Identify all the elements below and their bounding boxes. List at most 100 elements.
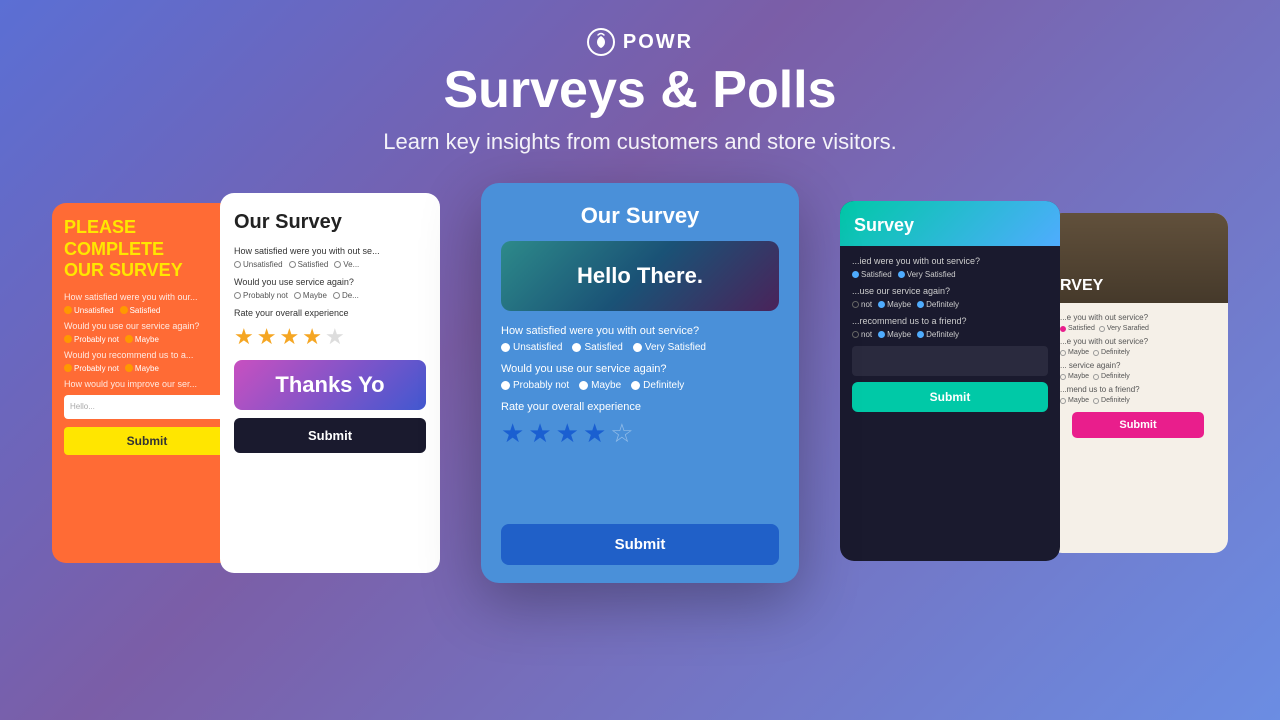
center-star-5: ☆ [610,418,633,449]
white-star-5: ★ [325,324,345,350]
dark-card-title: Survey [854,215,914,235]
cream-q1-opt1: Satisfied [1060,325,1095,332]
cards-row: PLEASE COMPLETEOUR SURVEY How satisfied … [0,183,1280,603]
orange-q1-opt2: Satisfied [120,306,161,315]
dark-q3-opts: not Maybe Definitely [840,330,1060,339]
dark-q3-label: ...recommend us to a friend? [840,316,1060,326]
orange-submit-btn[interactable]: Submit [64,427,230,455]
cream-q1-label: ...e you with out service? [1060,313,1216,322]
dark-q3-opt1: not [852,330,872,339]
dark-text-input[interactable] [852,346,1048,376]
center-q1-opt3: Very Satisfied [633,342,706,353]
center-star-2: ★ [528,418,551,449]
center-q2-label: Would you use our service again? [501,363,779,375]
card-orange: PLEASE COMPLETEOUR SURVEY How satisfied … [52,203,242,563]
cream-q4-opt2: Definitely [1093,397,1130,404]
orange-q1-label: How satisfied were you with our... [64,292,230,302]
center-star-4: ★ [583,418,606,449]
center-q1-options: Unsatisfied Satisfied Very Satisfied [501,342,779,353]
cream-q4-opt1: Maybe [1060,397,1089,404]
orange-q1-opt1: Unsatisfied [64,306,114,315]
cream-q4-opts: Maybe Definitely [1060,397,1216,404]
dark-q2-opt1: not [852,300,872,309]
cream-q3-opts: Maybe Definitely [1060,373,1216,380]
dark-q2-opt3: Definitely [917,300,959,309]
cream-q2-opt2: Definitely [1093,349,1130,356]
white-star-4: ★ [302,324,322,350]
white-star-2: ★ [257,324,277,350]
center-q2-opt2: Maybe [579,380,621,391]
dark-q1-opt1: Satisfied [852,270,892,279]
center-card-title: Our Survey [501,203,779,229]
logo-row: POWR [587,28,693,56]
orange-q3-label: Would you recommend us to a... [64,350,230,360]
center-q2-options: Probably not Maybe Definitely [501,380,779,391]
center-submit-btn[interactable]: Submit [501,524,779,565]
white-q2-label: Would you use service again? [234,277,426,287]
powr-logo-icon [587,28,615,56]
orange-text-input[interactable]: Hello... [64,395,230,419]
orange-q3-opt2: Maybe [125,364,159,373]
cream-q3-label: ... service again? [1060,361,1216,370]
cream-q4-label: ...mend us to a friend? [1060,385,1216,394]
orange-q2-label: Would you use our service again? [64,321,230,331]
orange-q4-label: How would you improve our ser... [64,379,230,389]
white-q2-opt2: Maybe [294,291,327,300]
center-star-3: ★ [556,418,579,449]
hero-text: Hello There. [577,263,703,289]
orange-q2-opt1: Probably not [64,335,119,344]
white-stars: ★ ★ ★ ★ ★ [234,324,426,350]
thanks-banner: Thanks Yo [234,360,426,410]
cream-card-header: RVEY [1048,213,1228,303]
dark-submit-btn[interactable]: Submit [852,382,1048,412]
card-dark: Survey ...ied were you with out service?… [840,201,1060,561]
thanks-text: Thanks Yo [275,372,384,397]
cream-q2-opt1: Maybe [1060,349,1089,356]
white-q1-opt2: Satisfied [289,260,329,269]
dark-q3-opt2: Maybe [878,330,911,339]
dark-q1-label: ...ied were you with out service? [840,256,1060,266]
cream-card-title: RVEY [1060,277,1103,295]
cream-q2-label: ...e you with out service? [1060,337,1216,346]
dark-q1-opts: Satisfied Very Satisfied [840,270,1060,279]
orange-card-title: PLEASE COMPLETEOUR SURVEY [64,217,230,282]
white-q2-opt3: De... [333,291,359,300]
dark-q2-label: ...use our service again? [840,286,1060,296]
card-white: Our Survey How satisfied were you with o… [220,193,440,573]
dark-q2-opts: not Maybe Definitely [840,300,1060,309]
center-hero-image: Hello There. [501,241,779,311]
center-rate-label: Rate your overall experience [501,401,779,413]
dark-card-header: Survey [840,201,1060,246]
white-star-3: ★ [279,324,299,350]
white-rate-label: Rate your overall experience [234,308,426,318]
center-q1-opt1: Unsatisfied [501,342,562,353]
header: POWR Surveys & Polls Learn key insights … [383,0,897,155]
cream-q1-opts: Satisfied Very Sarafied [1060,325,1216,332]
white-q2-opt1: Probably not [234,291,288,300]
cream-q1-opt2: Very Sarafied [1099,325,1149,332]
white-star-1: ★ [234,324,254,350]
center-q1-opt2: Satisfied [572,342,622,353]
center-q2-opt3: Definitely [631,380,684,391]
logo-text: POWR [623,31,693,54]
white-q1-opt1: Unsatisfied [234,260,283,269]
white-q1-label: How satisfied were you with out se... [234,246,426,256]
dark-q1-opt2: Very Satisfied [898,270,956,279]
cream-q2-opts: Maybe Definitely [1060,349,1216,356]
white-card-title: Our Survey [234,211,426,234]
card-center-featured: Our Survey Hello There. How satisfied we… [481,183,799,583]
white-submit-btn[interactable]: Submit [234,418,426,453]
center-q2-opt1: Probably not [501,380,569,391]
center-q1-label: How satisfied were you with out service? [501,325,779,337]
card-cream: RVEY ...e you with out service? Satisfie… [1048,213,1228,553]
cream-card-body: ...e you with out service? Satisfied Ver… [1048,303,1228,438]
center-stars: ★ ★ ★ ★ ☆ [501,418,779,449]
page-subtitle: Learn key insights from customers and st… [383,129,897,155]
cream-submit-btn[interactable]: Submit [1072,412,1204,438]
page-title: Surveys & Polls [443,62,836,119]
dark-q2-opt2: Maybe [878,300,911,309]
white-q1-opt3: Ve... [334,260,359,269]
orange-q2-opt2: Maybe [125,335,159,344]
orange-q3-opt1: Probably not [64,364,119,373]
dark-q3-opt3: Definitely [917,330,959,339]
